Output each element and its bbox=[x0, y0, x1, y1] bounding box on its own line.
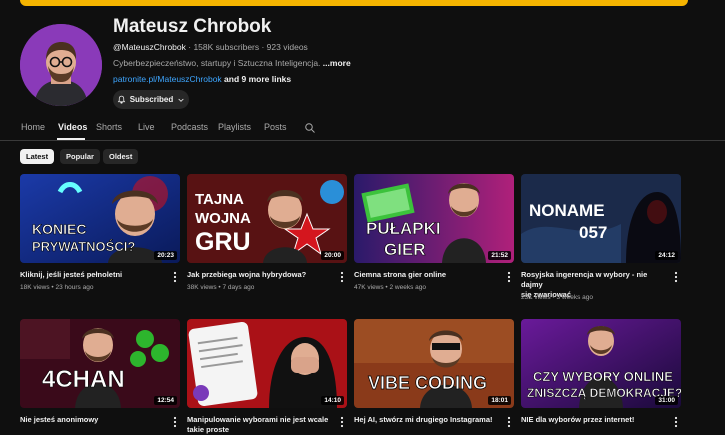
channel-banner bbox=[20, 0, 688, 6]
subscribed-button[interactable]: Subscribed bbox=[113, 90, 189, 109]
video-age: 23 hours ago bbox=[55, 284, 94, 291]
search-icon[interactable] bbox=[304, 121, 316, 139]
video-title-line: Manipulowanie wyborami nie jest wcale bbox=[187, 415, 329, 424]
video-age: 7 days ago bbox=[222, 284, 255, 291]
video-meta: 18K views • 23 hours ago bbox=[20, 284, 94, 291]
video-duration: 21:52 bbox=[488, 251, 511, 260]
more-options-icon[interactable] bbox=[339, 270, 345, 283]
video-thumbnail[interactable]: 4CHAN 12:54 bbox=[20, 319, 180, 408]
tab-playlists[interactable]: Playlists bbox=[218, 122, 251, 132]
thumb-text: PUŁAPKI bbox=[366, 219, 441, 238]
channel-meta: @MateuszChrobok · 158K subscribers · 923… bbox=[113, 42, 308, 52]
tab-posts[interactable]: Posts bbox=[264, 122, 287, 132]
more-options-icon[interactable] bbox=[673, 415, 679, 428]
channel-tabs: Home Videos Shorts Live Podcasts Playlis… bbox=[0, 114, 725, 141]
tab-podcasts[interactable]: Podcasts bbox=[171, 122, 208, 132]
thumb-text: NONAME bbox=[529, 201, 605, 220]
tab-live[interactable]: Live bbox=[138, 122, 155, 132]
video-views: 38K views bbox=[187, 284, 217, 291]
bell-icon bbox=[117, 95, 126, 104]
tab-videos[interactable]: Videos bbox=[58, 122, 87, 132]
thumb-text: GIER bbox=[384, 240, 426, 259]
more-options-icon[interactable] bbox=[339, 415, 345, 428]
filter-popular[interactable]: Popular bbox=[60, 149, 100, 164]
video-title[interactable]: NIE dla wyborów przez internet! bbox=[521, 415, 669, 425]
video-views: 47K views bbox=[354, 284, 384, 291]
channel-link[interactable]: patronite.pl/MateuszChrobok bbox=[113, 74, 222, 84]
more-links-link[interactable]: and 9 more links bbox=[224, 74, 291, 84]
filter-oldest[interactable]: Oldest bbox=[103, 149, 139, 164]
more-options-icon[interactable] bbox=[673, 270, 679, 283]
thumb-text: KONIEC bbox=[32, 221, 86, 237]
tab-home[interactable]: Home bbox=[21, 122, 45, 132]
video-duration: 20:23 bbox=[154, 251, 177, 260]
video-title[interactable]: Ciemna strona gier online bbox=[354, 270, 502, 280]
thumb-text: PRYWATNOŚCI? bbox=[32, 239, 135, 254]
video-title[interactable]: Manipulowanie wyborami nie jest wcale ta… bbox=[187, 415, 335, 435]
channel-links[interactable]: patronite.pl/MateuszChrobok and 9 more l… bbox=[113, 74, 291, 84]
video-title-line: takie proste bbox=[187, 425, 230, 434]
video-duration: 31:00 bbox=[655, 396, 678, 405]
video-title[interactable]: Hej AI, stwórz mi drugiego Instagrama! bbox=[354, 415, 502, 425]
more-options-icon[interactable] bbox=[172, 270, 178, 283]
more-options-icon[interactable] bbox=[506, 270, 512, 283]
channel-avatar[interactable] bbox=[20, 24, 102, 106]
video-duration: 14:10 bbox=[321, 396, 344, 405]
channel-description-text: Cyberbezpieczeństwo, startupy i Sztuczna… bbox=[113, 58, 321, 68]
video-title-line: Rosyjska ingerencja w wybory - nie dajmy bbox=[521, 270, 648, 289]
video-age: 2 weeks ago bbox=[389, 284, 427, 291]
video-thumbnail[interactable]: TAJNA WOJNA GRU 20:00 bbox=[187, 174, 347, 263]
video-title[interactable]: Nie jesteś anonimowy bbox=[20, 415, 168, 425]
active-tab-indicator bbox=[57, 138, 85, 140]
video-thumbnail[interactable]: CZY WYBORY ONLINE ZNISZCZĄ DEMOKRACJĘ? 3… bbox=[521, 319, 681, 408]
channel-description[interactable]: Cyberbezpieczeństwo, startupy i Sztuczna… bbox=[113, 58, 351, 68]
video-views: 23K views bbox=[521, 294, 551, 301]
video-duration: 20:00 bbox=[321, 251, 344, 260]
channel-name: Mateusz Chrobok bbox=[113, 16, 272, 37]
video-title[interactable]: Kliknij, jeśli jesteś pełnoletni bbox=[20, 270, 168, 280]
channel-stats: · 158K subscribers · 923 videos bbox=[188, 42, 308, 52]
video-duration: 12:54 bbox=[154, 396, 177, 405]
chevron-down-icon bbox=[177, 96, 185, 104]
thumb-text: WOJNA bbox=[195, 210, 251, 227]
video-duration: 24:12 bbox=[655, 251, 678, 260]
channel-handle: @MateuszChrobok bbox=[113, 42, 186, 52]
video-views: 18K views bbox=[20, 284, 50, 291]
video-thumbnail[interactable]: PUŁAPKI GIER 21:52 bbox=[354, 174, 514, 263]
video-meta: 38K views • 7 days ago bbox=[187, 284, 255, 291]
thumb-text: CZY WYBORY ONLINE bbox=[533, 369, 673, 384]
video-thumbnail[interactable]: 14:10 bbox=[187, 319, 347, 408]
video-thumbnail[interactable]: NONAME 057 24:12 bbox=[521, 174, 681, 263]
video-meta: 23K views • 3 weeks ago bbox=[521, 294, 594, 301]
description-more-link[interactable]: ...more bbox=[323, 58, 351, 68]
filter-latest[interactable]: Latest bbox=[20, 149, 55, 164]
thumb-text: GRU bbox=[195, 228, 251, 256]
video-thumbnail[interactable]: KONIEC PRYWATNOŚCI? 20:23 bbox=[20, 174, 180, 263]
thumb-text: 4CHAN bbox=[42, 366, 125, 393]
thumb-text: TAJNA bbox=[195, 191, 244, 208]
video-meta: 47K views • 2 weeks ago bbox=[354, 284, 427, 291]
tab-shorts[interactable]: Shorts bbox=[96, 122, 122, 132]
thumb-text: VIBE CODING bbox=[368, 373, 487, 393]
more-options-icon[interactable] bbox=[172, 415, 178, 428]
subscribed-label: Subscribed bbox=[129, 95, 174, 104]
more-options-icon[interactable] bbox=[506, 415, 512, 428]
video-duration: 18:01 bbox=[488, 396, 511, 405]
video-age: 3 weeks ago bbox=[556, 294, 594, 301]
thumb-text: 057 bbox=[579, 223, 607, 242]
video-title[interactable]: Jak przebiega wojna hybrydowa? bbox=[187, 270, 335, 280]
video-thumbnail[interactable]: VIBE CODING 18:01 bbox=[354, 319, 514, 408]
